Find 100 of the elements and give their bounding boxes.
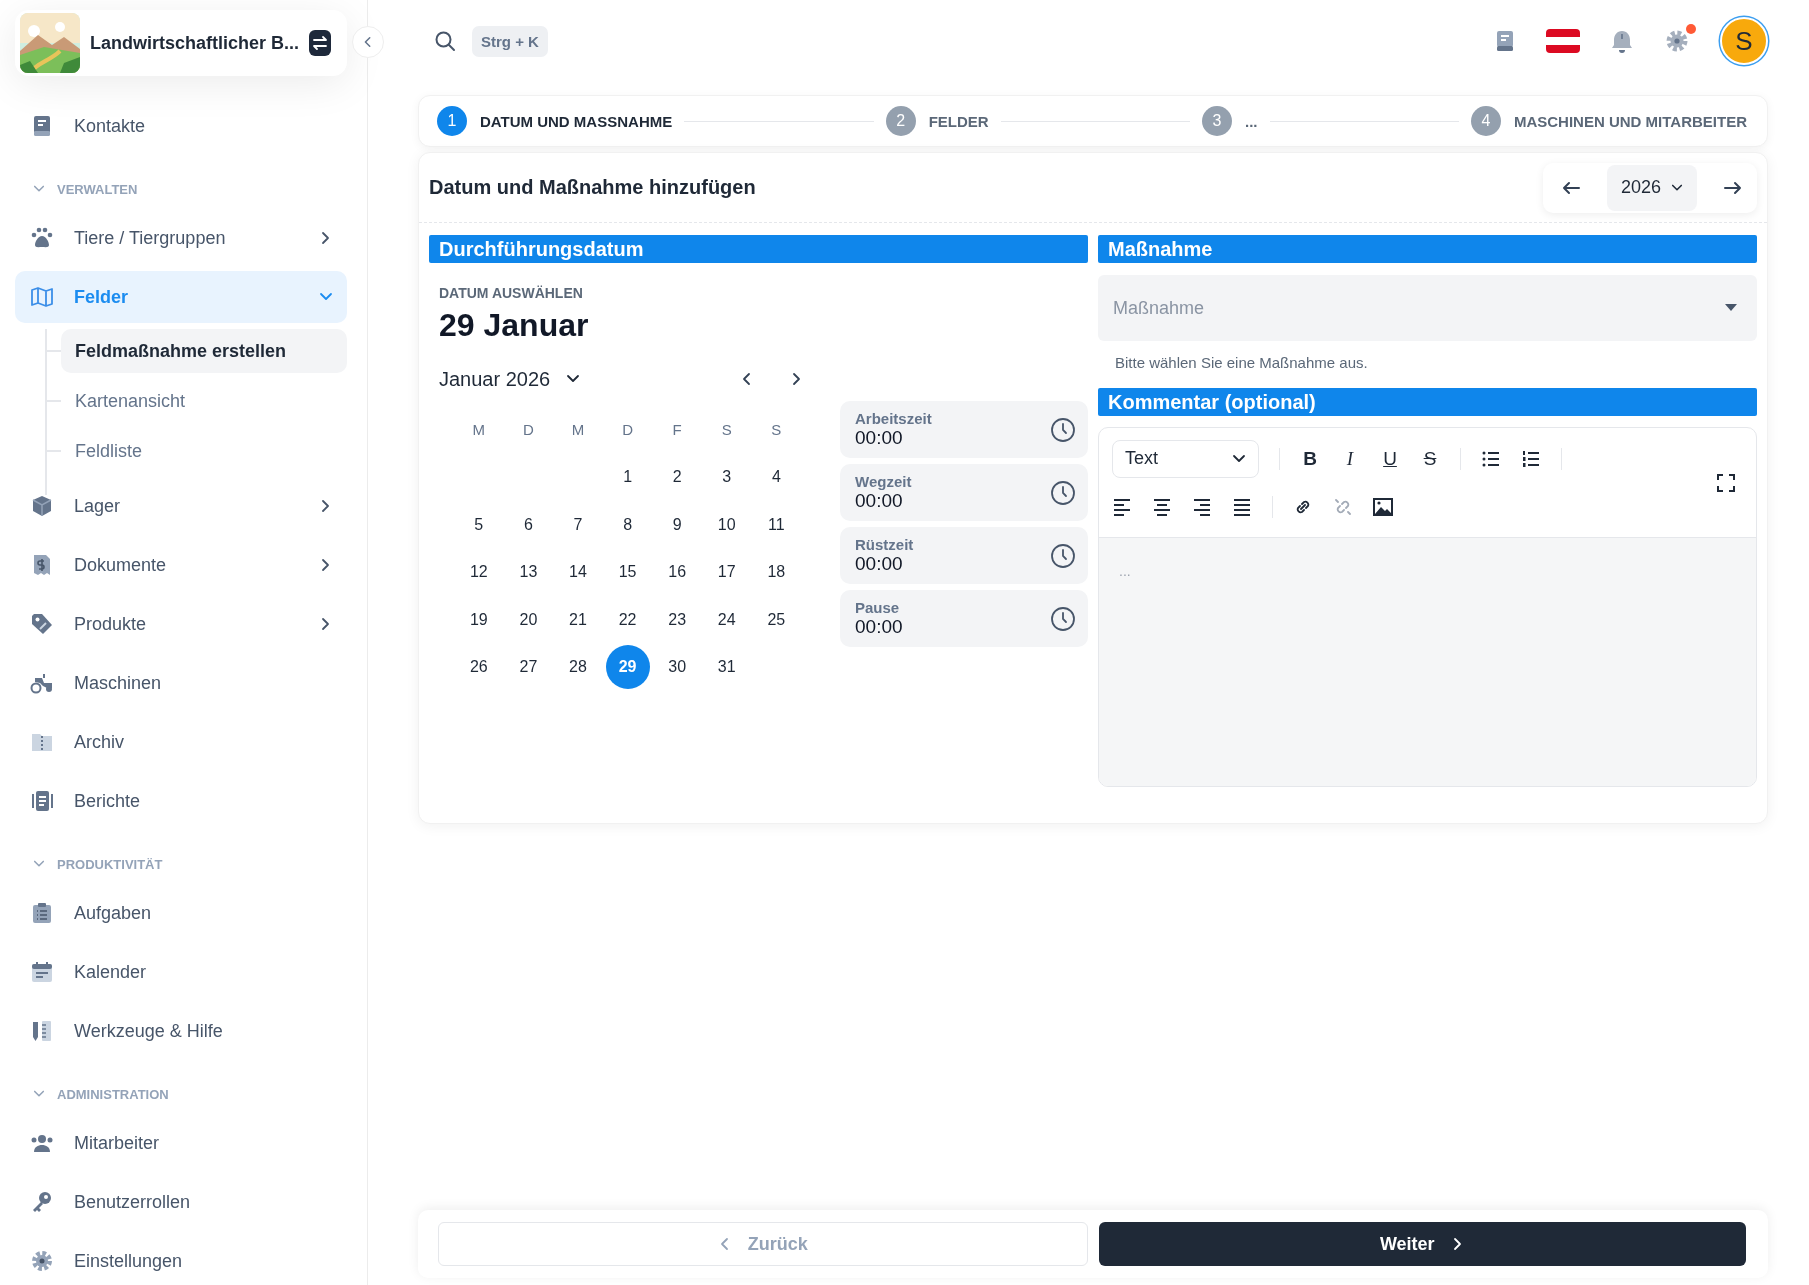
stepper-step[interactable]: 1 DATUM UND MASSNAHME	[437, 106, 673, 136]
align-right-icon[interactable]	[1192, 496, 1212, 517]
nav-item[interactable]: Kontakte	[15, 100, 347, 152]
calendar-day[interactable]: 31	[704, 645, 749, 690]
workspace-name: Landwirtschaftlicher B...	[90, 32, 300, 54]
calendar-day[interactable]: 9	[655, 502, 700, 547]
calendar-day[interactable]: 7	[556, 502, 600, 547]
time-field[interactable]: Arbeitszeit 00:00	[840, 401, 1088, 458]
stepper-step[interactable]: 4 MASCHINEN UND MITARBEITER	[1470, 106, 1747, 136]
stepper-step[interactable]: 3 ...	[1202, 106, 1258, 136]
calendar-day[interactable]: 4	[754, 455, 799, 500]
underline-button[interactable]: U	[1380, 447, 1400, 470]
nav-item[interactable]: Dokumente	[15, 539, 347, 591]
nav-item[interactable]: Maschinen	[15, 657, 347, 709]
field-label: Arbeitszeit	[855, 410, 932, 427]
dropdown-arrow-icon	[1725, 304, 1737, 312]
submenu-item[interactable]: Feldmaßnahme erstellen	[61, 329, 347, 373]
calendar-day[interactable]: 11	[754, 502, 799, 547]
step-label: FELDER	[928, 112, 989, 130]
bell-icon[interactable]	[1610, 28, 1634, 54]
calendar-day[interactable]: 21	[556, 597, 600, 642]
section-heading: Maßnahme	[1098, 235, 1757, 263]
weekday-label: F	[672, 421, 682, 439]
stepper-step[interactable]: 2 FELDER	[885, 106, 989, 136]
calendar-day[interactable]: 28	[556, 645, 600, 690]
calendar-day[interactable]: 19	[456, 597, 501, 642]
nav-item[interactable]: Aufgaben	[15, 887, 347, 939]
calendar-day[interactable]: 22	[605, 597, 650, 642]
document-icon	[30, 789, 54, 813]
nav-item[interactable]: Mitarbeiter	[15, 1117, 347, 1169]
step-label: MASCHINEN UND MITARBEITER	[1513, 112, 1747, 130]
calendar-day[interactable]: 8	[605, 502, 650, 547]
calendar-day[interactable]: 12	[456, 550, 501, 595]
calendar-day[interactable]: 24	[704, 597, 749, 642]
calendar-day[interactable]: 14	[556, 550, 600, 595]
nav-item[interactable]: Produkte	[15, 598, 347, 650]
arrow-left-icon[interactable]	[1560, 179, 1581, 196]
calendar-day[interactable]: 1	[605, 455, 650, 500]
switch-button[interactable]	[309, 30, 331, 56]
align-center-icon[interactable]	[1152, 496, 1172, 517]
nav-item[interactable]: Lager	[15, 480, 347, 532]
year-dropdown[interactable]: 2026	[1606, 164, 1697, 211]
swap-icon	[311, 34, 329, 52]
nav-item[interactable]: Archiv	[15, 716, 347, 768]
calendar-day[interactable]: 6	[506, 502, 551, 547]
calendar-day[interactable]: 23	[655, 597, 700, 642]
fullscreen-icon[interactable]	[1716, 472, 1736, 493]
book-icon[interactable]	[1494, 29, 1516, 53]
calendar-day[interactable]: 26	[456, 645, 501, 690]
paw-icon	[30, 226, 54, 250]
calendar-day[interactable]: 17	[704, 550, 749, 595]
form-title: Datum und Maßnahme hinzufügen	[429, 176, 756, 199]
calendar-day[interactable]: 5	[456, 502, 501, 547]
format-dropdown[interactable]: Text	[1112, 439, 1259, 478]
arrow-right-icon[interactable]	[1723, 179, 1743, 196]
nav-item[interactable]: Kalender	[15, 946, 347, 998]
time-field[interactable]: Wegzeit 00:00	[840, 464, 1088, 521]
numbered-list-icon[interactable]	[1521, 448, 1541, 469]
nav-item[interactable]: Tiere / Tiergruppen	[15, 212, 347, 264]
next-button[interactable]: Weiter	[1098, 1222, 1746, 1266]
calendar-day[interactable]: 10	[704, 502, 749, 547]
search-icon[interactable]	[434, 30, 456, 52]
bold-button[interactable]: B	[1300, 447, 1320, 470]
section-title: VERWALTEN	[57, 181, 138, 197]
section-heading: Kommentar (optional)	[1098, 388, 1757, 416]
nav-item[interactable]: Werkzeuge & Hilfe	[15, 1005, 347, 1057]
align-justify-icon[interactable]	[1232, 496, 1252, 517]
nav-item[interactable]: Einstellungen	[15, 1235, 347, 1285]
submenu-item[interactable]: Feldliste	[61, 429, 347, 473]
nav-item[interactable]: Benutzerrollen	[15, 1176, 347, 1228]
strikethrough-button[interactable]: S	[1420, 447, 1440, 470]
field-value: 00:00	[855, 616, 903, 638]
field-value: 00:00	[855, 553, 904, 575]
calendar-day[interactable]: 15	[605, 550, 650, 595]
italic-button[interactable]: I	[1340, 447, 1360, 470]
calendar-day[interactable]: 30	[655, 645, 700, 690]
calendar-day[interactable]: 20	[506, 597, 551, 642]
month-dropdown[interactable]: Januar 2026	[439, 367, 581, 391]
time-field[interactable]: Rüstzeit 00:00	[840, 527, 1088, 584]
shortcut-badge: Strg + K	[472, 25, 548, 57]
calendar-day[interactable]: 25	[754, 597, 799, 642]
align-left-icon[interactable]	[1112, 496, 1132, 517]
submenu-item[interactable]: Kartenansicht	[61, 379, 347, 423]
clock-icon	[1050, 542, 1076, 569]
ruler-pencil-icon	[30, 1019, 54, 1043]
calendar-day[interactable]: 16	[655, 550, 700, 595]
calendar-day[interactable]: 2	[655, 455, 700, 500]
weekday-label: S	[721, 421, 732, 439]
image-icon[interactable]	[1373, 496, 1393, 517]
calendar-day[interactable]: 27	[506, 645, 551, 690]
section-heading: Durchführungsdatum	[429, 235, 1088, 263]
user-avatar[interactable]: S	[1720, 17, 1768, 65]
nav-item[interactable]: Berichte	[15, 775, 347, 827]
flag-icon[interactable]	[1546, 29, 1580, 53]
calendar-day[interactable]: 29	[605, 645, 650, 690]
time-field[interactable]: Pause 00:00	[840, 590, 1088, 647]
calendar-day[interactable]: 3	[704, 455, 749, 500]
calendar-day[interactable]: 18	[754, 550, 799, 595]
settings-icon[interactable]	[1664, 28, 1690, 54]
calendar-day[interactable]: 13	[506, 550, 551, 595]
